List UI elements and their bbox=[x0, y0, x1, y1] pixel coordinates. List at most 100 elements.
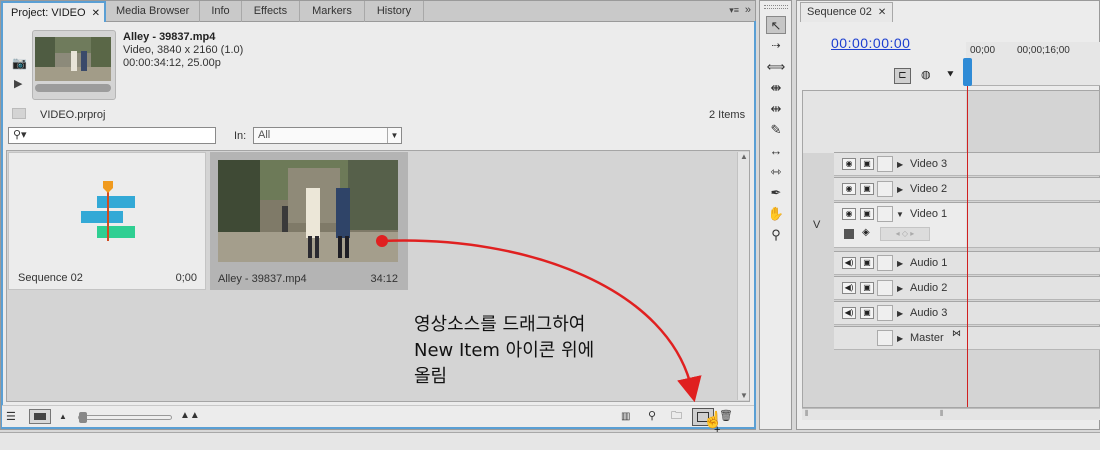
track-lock-button[interactable] bbox=[877, 156, 893, 172]
playhead-handle[interactable] bbox=[963, 58, 972, 86]
expand-triangle-icon[interactable]: ▶ bbox=[897, 160, 903, 169]
icon-view-icon bbox=[34, 413, 46, 420]
project-tabbar: Project: VIDEO ✕ Media Browser Info Effec… bbox=[1, 1, 755, 22]
in-filter-label: In: bbox=[234, 130, 247, 142]
play-icon[interactable]: ▶ bbox=[14, 77, 22, 90]
ripple-edit-tool-icon[interactable]: ⟺ bbox=[766, 58, 786, 76]
scroll-up-icon[interactable]: ▲ bbox=[740, 152, 748, 161]
new-bin-icon[interactable]: 🗀 bbox=[671, 409, 682, 423]
set-encore-marker-icon[interactable]: ◍ bbox=[921, 68, 931, 81]
preview-clip-duration: 00:00:34:12, 25.00p bbox=[123, 57, 221, 69]
icon-view-button[interactable] bbox=[29, 409, 51, 424]
zoom-slider[interactable] bbox=[78, 412, 172, 423]
tab-markers[interactable]: Markers bbox=[300, 1, 365, 22]
preview-thumbnail[interactable] bbox=[35, 37, 111, 81]
close-icon[interactable]: ✕ bbox=[878, 7, 886, 18]
scroll-grip-icon[interactable]: ⦀ bbox=[805, 409, 809, 419]
pen-tool-icon[interactable]: ✒ bbox=[766, 184, 786, 202]
tab-info[interactable]: Info bbox=[200, 1, 242, 22]
bin-item-clip-name: Alley - 39837.mp4 bbox=[218, 273, 307, 285]
speaker-icon[interactable]: ◀) bbox=[842, 257, 856, 269]
annotation-arrow bbox=[376, 235, 702, 403]
track-lock-button[interactable] bbox=[877, 206, 893, 222]
ruler-label: 00;00 bbox=[970, 45, 996, 56]
sync-lock-icon[interactable]: ▣ bbox=[860, 183, 874, 195]
slide-tool-icon[interactable]: ⇿ bbox=[766, 163, 786, 181]
track-name: Video 2 bbox=[910, 183, 948, 195]
track-lock-button[interactable] bbox=[877, 280, 893, 296]
keyframe-nav[interactable]: ◂ ◇ ▸ bbox=[880, 227, 930, 241]
track-name: Audio 1 bbox=[910, 257, 948, 269]
tab-project[interactable]: Project: VIDEO ✕ bbox=[1, 1, 106, 22]
track-select-tool-icon[interactable]: ⇢ bbox=[766, 37, 786, 55]
tab-media-browser[interactable]: Media Browser bbox=[106, 1, 201, 22]
track-lock-button[interactable] bbox=[877, 330, 893, 346]
show-keyframes-icon[interactable]: ◈ bbox=[862, 227, 870, 238]
track-name: Video 3 bbox=[910, 158, 948, 170]
track-lock-button[interactable] bbox=[877, 255, 893, 271]
snap-button[interactable]: ⊏ bbox=[894, 68, 911, 84]
preview-clip-name: Alley - 39837.mp4 bbox=[123, 31, 216, 43]
eye-icon[interactable]: ◉ bbox=[842, 158, 856, 170]
tab-sequence[interactable]: Sequence 02 ✕ bbox=[800, 2, 894, 22]
expand-triangle-icon[interactable]: ▶ bbox=[897, 259, 903, 268]
end-marker-icon: ⋈ bbox=[952, 328, 961, 338]
bin-item-sequence[interactable]: Sequence 02 0;00 bbox=[8, 152, 206, 290]
panel-close-icon[interactable]: » bbox=[745, 4, 751, 16]
collapse-triangle-icon[interactable]: ▼ bbox=[896, 210, 904, 219]
zoom-in-large-icon[interactable]: ▲▲ bbox=[180, 409, 200, 423]
panel-menu-icon[interactable]: ▾≡ bbox=[729, 5, 739, 16]
rate-stretch-tool-icon[interactable]: ⇹ bbox=[766, 100, 786, 118]
scroll-down-icon[interactable]: ▼ bbox=[740, 391, 748, 400]
source-target-v[interactable]: V bbox=[813, 219, 820, 231]
tools-grip[interactable] bbox=[764, 5, 788, 9]
timecode-display[interactable]: 00:00:00:00 bbox=[831, 35, 910, 51]
camera-icon[interactable]: 📷 bbox=[12, 56, 27, 70]
status-strip bbox=[0, 432, 1100, 450]
sync-lock-icon[interactable]: ▣ bbox=[860, 307, 874, 319]
slip-tool-icon[interactable]: ↔ bbox=[766, 142, 786, 160]
scroll-grip-icon[interactable]: ⦀ bbox=[940, 409, 944, 419]
sync-lock-icon[interactable]: ▣ bbox=[860, 158, 874, 170]
eye-icon[interactable]: ◉ bbox=[842, 183, 856, 195]
track-lock-button[interactable] bbox=[877, 181, 893, 197]
search-input[interactable]: ⚲▾ bbox=[8, 127, 216, 144]
close-icon[interactable]: ✕ bbox=[92, 8, 100, 19]
sync-lock-icon[interactable]: ▣ bbox=[860, 257, 874, 269]
expand-triangle-icon[interactable]: ▶ bbox=[897, 185, 903, 194]
preview-progress-bar[interactable] bbox=[35, 84, 111, 92]
speaker-icon[interactable]: ◀) bbox=[842, 307, 856, 319]
tab-effects[interactable]: Effects bbox=[242, 1, 301, 22]
rolling-edit-tool-icon[interactable]: ⇼ bbox=[766, 79, 786, 97]
track-name: Master bbox=[910, 332, 944, 344]
automate-to-sequence-icon[interactable]: ▥ bbox=[621, 410, 630, 424]
timeline-horizontal-scrollbar[interactable]: ⦀ ⦀ bbox=[802, 408, 1100, 420]
project-file-name: VIDEO.prproj bbox=[40, 109, 106, 121]
sync-lock-icon[interactable]: ▣ bbox=[860, 208, 874, 220]
speaker-icon[interactable]: ◀) bbox=[842, 282, 856, 294]
zoom-slider-handle[interactable] bbox=[79, 412, 87, 423]
bin-vertical-scrollbar[interactable]: ▲ ▼ bbox=[737, 152, 749, 400]
track-name: Audio 3 bbox=[910, 307, 948, 319]
in-filter-select[interactable]: All ▼ bbox=[253, 127, 402, 144]
sync-lock-icon[interactable]: ▣ bbox=[860, 282, 874, 294]
tab-project-label: Project: VIDEO bbox=[11, 7, 86, 19]
expand-triangle-icon[interactable]: ▶ bbox=[897, 334, 903, 343]
search-icon[interactable]: ⚲▾ bbox=[13, 129, 27, 141]
zoom-out-small-icon[interactable]: ▲ bbox=[59, 410, 67, 424]
selection-tool-icon[interactable]: ↖ bbox=[766, 16, 786, 34]
set-display-style-icon[interactable] bbox=[844, 229, 854, 239]
track-name: Video 1 bbox=[910, 208, 948, 220]
chevron-down-icon[interactable]: ▼ bbox=[387, 128, 401, 143]
hand-tool-icon[interactable]: ✋ bbox=[766, 205, 786, 223]
expand-triangle-icon[interactable]: ▶ bbox=[897, 309, 903, 318]
tab-history[interactable]: History bbox=[365, 1, 425, 22]
find-icon[interactable]: ⚲ bbox=[648, 409, 656, 423]
list-view-icon[interactable]: ☰ bbox=[6, 410, 16, 424]
zoom-tool-icon[interactable]: ⚲ bbox=[766, 226, 786, 244]
eye-icon[interactable]: ◉ bbox=[842, 208, 856, 220]
set-marker-icon[interactable]: ⯆ bbox=[946, 69, 955, 82]
track-lock-button[interactable] bbox=[877, 305, 893, 321]
razor-tool-icon[interactable]: ✎ bbox=[766, 121, 786, 139]
expand-triangle-icon[interactable]: ▶ bbox=[897, 284, 903, 293]
